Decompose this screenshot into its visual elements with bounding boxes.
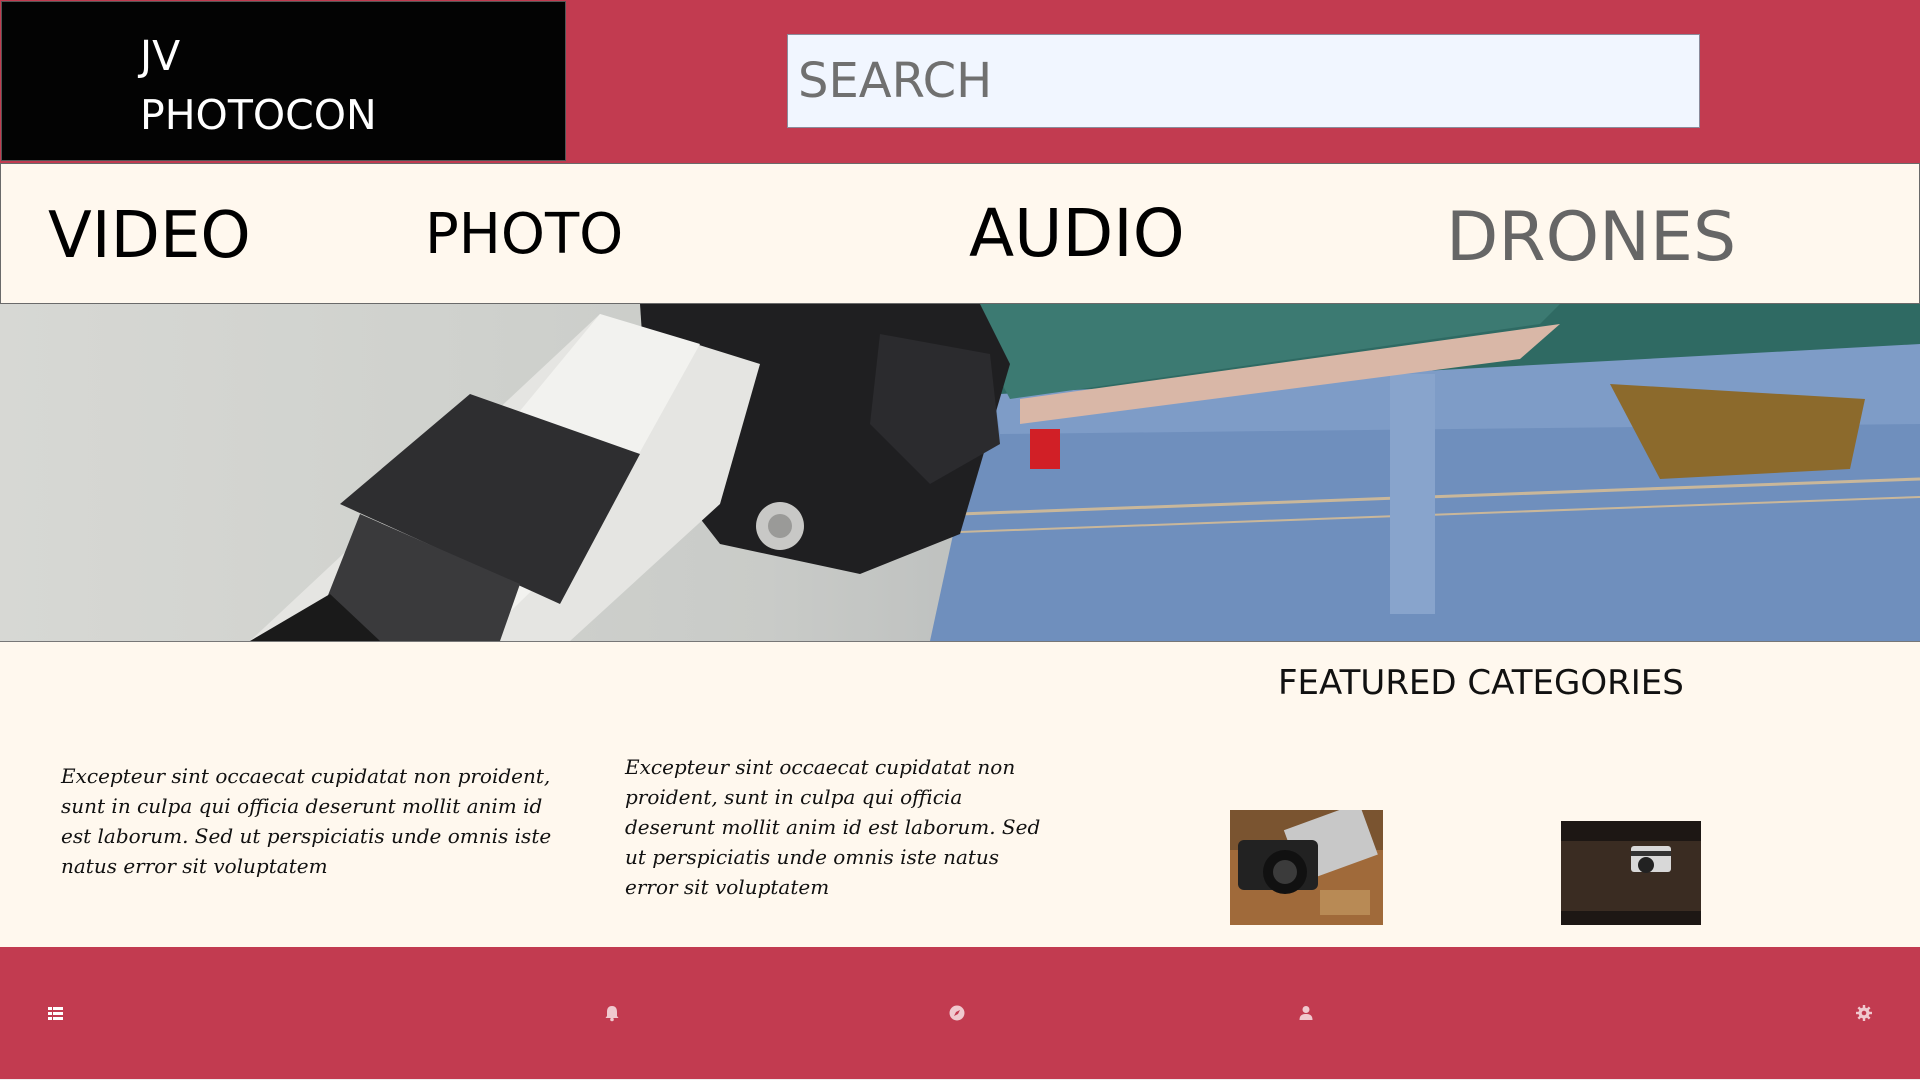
nav-item-audio[interactable]: AUDIO — [969, 201, 1185, 267]
nav-item-photo[interactable]: PHOTO — [425, 207, 623, 263]
search-input[interactable] — [788, 35, 1699, 127]
category-nav: VIDEO PHOTO AUDIO DRONES — [0, 163, 1920, 304]
gear-icon[interactable] — [1855, 1004, 1873, 1022]
nav-item-drones[interactable]: DRONES — [1446, 204, 1736, 272]
category-thumbnail-camera[interactable] — [1230, 810, 1383, 925]
bell-icon[interactable] — [603, 1004, 621, 1022]
intro-paragraph-1: Excepteur sint occaecat cupidatat non pr… — [61, 764, 552, 878]
logo-line-2: PHOTOCON — [140, 91, 377, 139]
nav-item-video[interactable]: VIDEO — [48, 204, 251, 268]
list-icon[interactable] — [47, 1004, 65, 1022]
camera-photo-1 — [1230, 810, 1383, 925]
category-thumbnail-vintage-camera[interactable] — [1561, 821, 1701, 925]
intro-paragraph-2: Excepteur sint occaecat cupidatat non pr… — [625, 755, 1041, 899]
person-icon[interactable] — [1297, 1004, 1315, 1022]
logo[interactable]: JV PHOTOCON — [1, 1, 566, 161]
camera-photo-2 — [1561, 821, 1701, 925]
header-bar: JV PHOTOCON — [0, 0, 1920, 163]
hero-image — [0, 304, 1920, 642]
featured-categories-title: FEATURED CATEGORIES — [1278, 663, 1684, 703]
hero-illustration — [250, 304, 1920, 641]
logo-line-1: JV — [140, 32, 181, 80]
search-box[interactable] — [787, 34, 1700, 128]
compass-icon[interactable] — [948, 1004, 966, 1022]
